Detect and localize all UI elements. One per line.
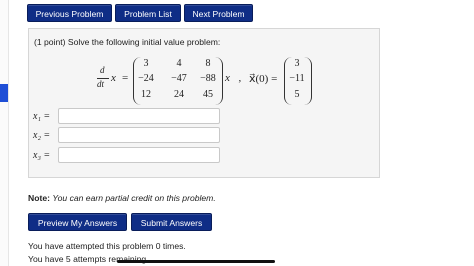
note-text: You can earn partial credit on this prob…	[52, 193, 216, 203]
problem-intro: (1 point) Solve the following initial va…	[34, 37, 221, 47]
x2-input[interactable]	[58, 127, 220, 143]
derivative-numerator: d	[100, 65, 105, 75]
matrix-right-paren	[215, 57, 223, 105]
x3-input[interactable]	[58, 147, 220, 163]
left-sidebar-edge	[0, 0, 9, 266]
derivative-denominator: dt	[97, 79, 105, 89]
equals-sign: =	[122, 72, 129, 84]
ivp-equation: d dt x⃗ = 3 4 8 −24 −47 −88 12 24 45 x⃗,…	[29, 53, 381, 109]
scribble-overlay	[117, 260, 275, 263]
rhs-vector-x: x⃗,	[225, 72, 242, 84]
x3-label: x₃ =	[33, 150, 51, 161]
matrix-cell: 3	[143, 58, 149, 69]
sidebar-active-marker	[0, 84, 8, 102]
attempts-used-text: You have attempted this problem 0 times.	[28, 241, 186, 251]
x1-input[interactable]	[58, 108, 220, 124]
next-problem-button[interactable]: Next Problem	[184, 4, 253, 22]
note-label: Note:	[28, 193, 50, 203]
matrix-cell: 4	[176, 58, 182, 69]
partial-credit-note: Note: You can earn partial credit on thi…	[28, 193, 216, 203]
problem-panel: (1 point) Solve the following initial va…	[28, 28, 380, 178]
submit-answers-button[interactable]: Submit Answers	[131, 213, 212, 231]
matrix-cell: 24	[174, 89, 184, 100]
x2-label: x₂ =	[33, 130, 51, 141]
initial-condition-label: x⃗(0) =	[249, 73, 278, 85]
vector-right-paren	[304, 57, 312, 105]
matrix-cell: −47	[171, 73, 187, 84]
x1-label: x₁ =	[33, 111, 51, 122]
problem-list-button[interactable]: Problem List	[115, 4, 181, 22]
preview-answers-button[interactable]: Preview My Answers	[28, 213, 127, 231]
previous-problem-button[interactable]: Previous Problem	[27, 4, 112, 22]
matrix-cell: 12	[141, 89, 151, 100]
matrix-cell: −24	[138, 73, 154, 84]
